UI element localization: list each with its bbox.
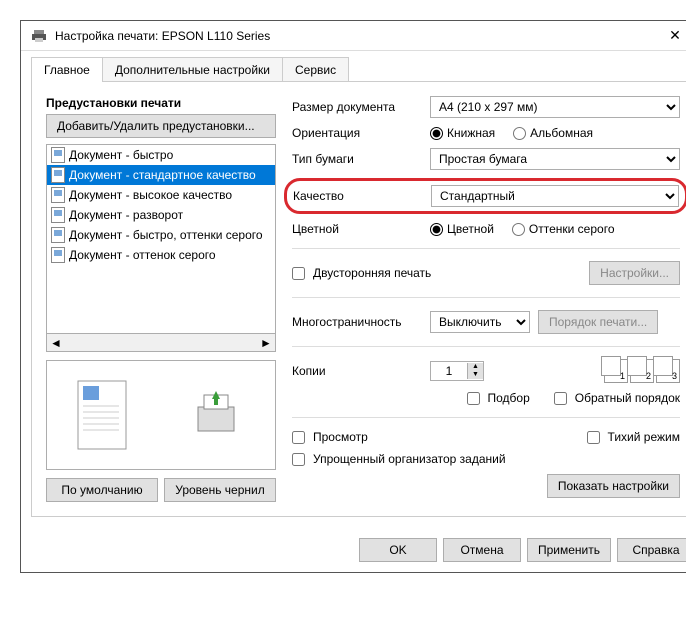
simplified-organizer-checkbox[interactable] [292,453,305,466]
color-grayscale[interactable]: Оттенки серого [512,222,615,236]
preview-pane [46,360,276,470]
titlebar: Настройка печати: EPSON L110 Series ✕ [21,21,686,51]
document-icon [51,187,65,203]
doc-size-select[interactable]: A4 (210 x 297 мм) [430,96,680,118]
radio-label: Оттенки серого [529,222,615,236]
apply-button[interactable]: Применить [527,538,611,562]
radio-label: Цветной [447,222,494,236]
radio-label: Книжная [447,126,495,140]
orientation-label: Ориентация [292,126,422,140]
paper-type-select[interactable]: Простая бумага [430,148,680,170]
preset-item[interactable]: Документ - разворот [47,205,275,225]
duplex-settings-button[interactable]: Настройки... [589,261,680,285]
horizontal-scrollbar[interactable]: ◄ ► [46,334,276,352]
defaults-button[interactable]: По умолчанию [46,478,158,502]
page-preview-icon [77,380,127,450]
help-button[interactable]: Справка [617,538,686,562]
duplex-checkbox[interactable] [292,267,305,280]
ok-button[interactable]: OK [359,538,437,562]
preset-item[interactable]: Документ - высокое качество [47,185,275,205]
preset-item[interactable]: Документ - быстро [47,145,275,165]
tab-advanced[interactable]: Дополнительные настройки [102,57,283,82]
quality-label: Качество [293,189,423,203]
orientation-landscape[interactable]: Альбомная [513,126,593,140]
preset-list[interactable]: Документ - быстро Документ - стандартное… [46,144,276,334]
scroll-right-icon[interactable]: ► [257,336,275,350]
window-title: Настройка печати: EPSON L110 Series [55,29,655,43]
presets-heading: Предустановки печати [46,96,276,110]
radio-label: Альбомная [530,126,593,140]
document-icon [51,247,65,263]
preset-label: Документ - оттенок серого [69,248,216,262]
color-color[interactable]: Цветной [430,222,494,236]
preset-label: Документ - быстро, оттенки серого [69,228,263,242]
document-icon [51,167,65,183]
preset-item[interactable]: Документ - оттенок серого [47,245,275,265]
preset-label: Документ - высокое качество [69,188,232,202]
ink-levels-button[interactable]: Уровень чернил [164,478,276,502]
right-pane: Размер документа A4 (210 x 297 мм) Ориен… [292,96,680,502]
show-settings-button[interactable]: Показать настройки [547,474,680,498]
collate-checkbox[interactable] [467,392,480,405]
reverse-label: Обратный порядок [575,391,680,405]
preview-checkbox[interactable] [292,431,305,444]
left-pane: Предустановки печати Добавить/Удалить пр… [46,96,276,502]
dialog-footer: OK Отмена Применить Справка [21,528,686,572]
preset-label: Документ - разворот [69,208,183,222]
document-icon [51,147,65,163]
copies-spinner[interactable]: ▲▼ [430,361,484,381]
document-icon [51,227,65,243]
simplified-label: Упрощенный организатор заданий [313,452,506,466]
spin-up-icon[interactable]: ▲ [467,363,483,371]
quiet-label: Тихий режим [608,430,680,444]
quiet-mode-checkbox[interactable] [587,431,600,444]
tab-main[interactable]: Главное [31,57,103,82]
printer-preview-icon [186,385,246,445]
tab-bar: Главное Дополнительные настройки Сервис [21,51,686,82]
paper-type-label: Тип бумаги [292,152,422,166]
doc-size-label: Размер документа [292,100,422,114]
spin-down-icon[interactable]: ▼ [467,371,483,379]
preset-label: Документ - стандартное качество [69,168,256,182]
copies-input[interactable] [431,362,467,380]
printer-icon [31,28,47,44]
copies-label: Копии [292,364,422,378]
collate-label: Подбор [488,391,530,405]
tab-panel-main: Предустановки печати Добавить/Удалить пр… [31,81,686,517]
add-remove-presets-button[interactable]: Добавить/Удалить предустановки... [46,114,276,138]
left-bottom-buttons: По умолчанию Уровень чернил [46,478,276,502]
quality-highlight: Качество Стандартный [284,178,686,214]
multipage-select[interactable]: Выключить [430,311,530,333]
print-settings-window: Настройка печати: EPSON L110 Series ✕ Гл… [20,20,686,573]
scroll-left-icon[interactable]: ◄ [47,336,65,350]
tab-service[interactable]: Сервис [282,57,349,82]
color-label: Цветной [292,222,422,236]
collate-preview-icon [604,359,680,383]
duplex-label: Двусторонняя печать [313,266,431,280]
preview-label: Просмотр [313,430,368,444]
document-icon [51,207,65,223]
print-order-button[interactable]: Порядок печати... [538,310,658,334]
orientation-portrait[interactable]: Книжная [430,126,495,140]
preset-label: Документ - быстро [69,148,173,162]
cancel-button[interactable]: Отмена [443,538,521,562]
quality-select[interactable]: Стандартный [431,185,679,207]
reverse-order-checkbox[interactable] [554,392,567,405]
close-icon[interactable]: ✕ [655,27,686,44]
preset-item[interactable]: Документ - стандартное качество [47,165,275,185]
preset-item[interactable]: Документ - быстро, оттенки серого [47,225,275,245]
multipage-label: Многостраничность [292,315,422,329]
